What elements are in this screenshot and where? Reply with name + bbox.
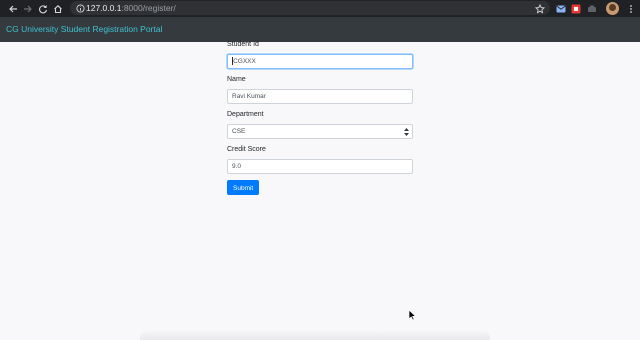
mouse-pointer-icon bbox=[408, 308, 417, 326]
menu-icon[interactable] bbox=[625, 3, 636, 14]
credit-score-input[interactable]: 9.0 bbox=[227, 159, 413, 174]
mail-icon[interactable] bbox=[555, 3, 566, 14]
url-host: 127.0.0.1 bbox=[86, 3, 122, 13]
info-icon[interactable] bbox=[75, 3, 85, 13]
department-label: Department bbox=[227, 111, 264, 118]
name-label: Name bbox=[227, 76, 246, 83]
url-path: :8000/register/ bbox=[121, 3, 176, 13]
browser-toolbar: 127.0.0.1:8000/register/ bbox=[0, 0, 640, 17]
url-text: 127.0.0.1:8000/register/ bbox=[86, 1, 176, 15]
department-select[interactable]: CSE bbox=[227, 124, 413, 139]
submit-button[interactable]: Submit bbox=[227, 180, 259, 195]
home-icon[interactable] bbox=[51, 0, 65, 17]
credit-score-label: Credit Score bbox=[227, 146, 266, 153]
address-bar[interactable]: 127.0.0.1:8000/register/ bbox=[70, 1, 550, 15]
extension-icon[interactable] bbox=[586, 3, 597, 14]
department-value: CSE bbox=[232, 128, 246, 135]
bottom-shadow bbox=[140, 330, 490, 340]
reload-icon[interactable] bbox=[36, 0, 50, 17]
app-navbar: CG University Student Registration Porta… bbox=[0, 17, 640, 42]
student-id-label: Student Id bbox=[227, 41, 259, 48]
navbar-brand[interactable]: CG University Student Registration Porta… bbox=[6, 17, 162, 42]
select-arrows-icon bbox=[404, 128, 409, 136]
star-icon[interactable] bbox=[534, 3, 545, 14]
name-input[interactable]: Ravi Kumar bbox=[227, 89, 413, 104]
name-value: Ravi Kumar bbox=[232, 93, 266, 100]
extension-icon[interactable] bbox=[570, 3, 581, 14]
forward-icon[interactable] bbox=[21, 0, 35, 17]
student-id-value: CGXXX bbox=[233, 58, 256, 65]
student-id-input[interactable]: CGXXX bbox=[227, 54, 413, 69]
avatar[interactable] bbox=[606, 2, 619, 15]
credit-score-value: 9.0 bbox=[232, 163, 242, 170]
back-icon[interactable] bbox=[6, 0, 20, 17]
